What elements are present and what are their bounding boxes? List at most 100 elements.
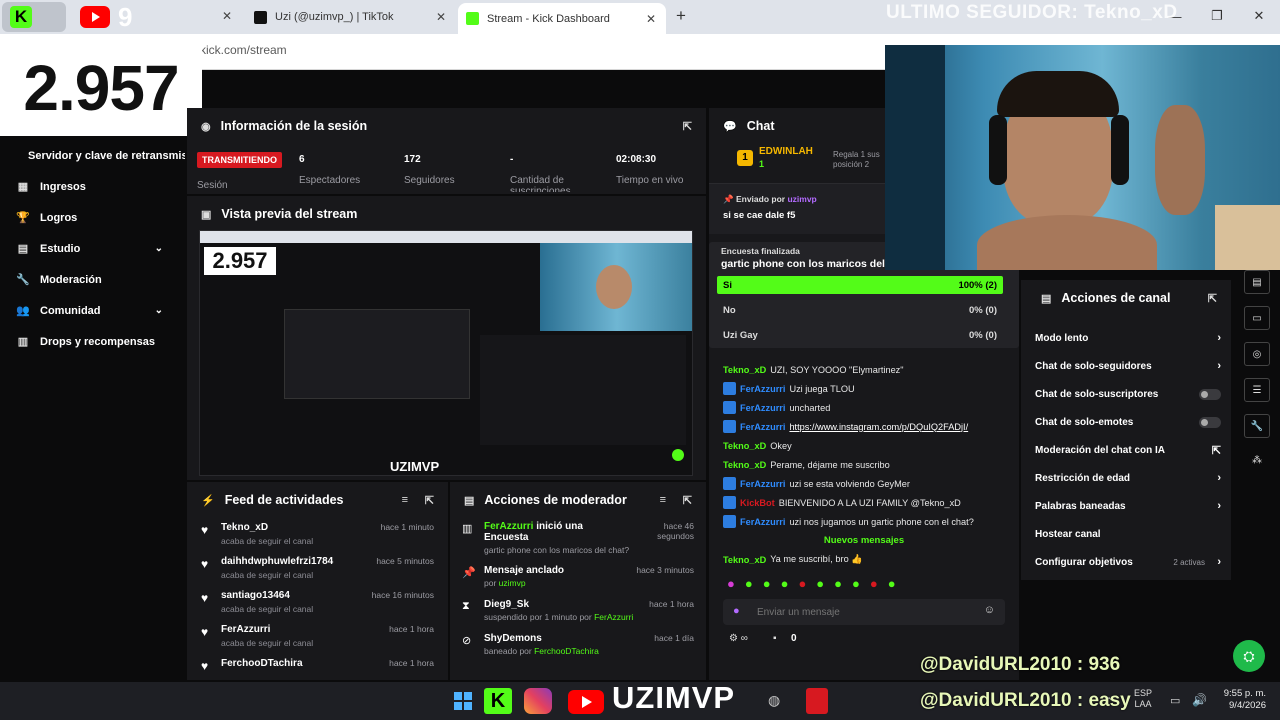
channel-action-item[interactable]: Hostear canal [1021, 520, 1231, 548]
popout-icon[interactable]: ⇱ [683, 494, 692, 507]
youtube-logo-icon[interactable] [80, 6, 110, 28]
mod-sub-prefix: por [484, 578, 499, 588]
emote-icon[interactable]: ● [763, 576, 771, 591]
tab-close-icon[interactable]: ✕ [646, 12, 656, 26]
rail-notes-icon[interactable]: ▤ [1244, 270, 1270, 294]
chat-input-field[interactable] [749, 603, 969, 621]
new-messages-divider[interactable]: Nuevos mensajes [709, 531, 1019, 550]
chat-input[interactable]: ● ☺ [723, 599, 1005, 625]
chat-link[interactable]: https://www.instagram.com/p/DQuIQ2FADjI/ [789, 422, 968, 432]
mod-sub-user[interactable]: FerAzzurri [594, 612, 633, 622]
chat-user[interactable]: FerAzzurri [740, 517, 785, 527]
tab-tiktok[interactable]: Uzi (@uzimvp_) | TikTok ✕ [246, 0, 456, 34]
filter-icon[interactable]: ≡ [660, 494, 666, 506]
sidebar-item-stream-key[interactable]: Servidor y clave de retransmisión [0, 140, 185, 171]
help-fab-icon[interactable]: ⛭ [1233, 640, 1265, 672]
mod-sub-prefix: suspendido por 1 minuto por [484, 612, 595, 622]
toggle-switch[interactable] [1199, 416, 1221, 428]
windows-start-icon[interactable] [454, 692, 472, 710]
popout-icon[interactable]: ⇱ [683, 120, 692, 133]
feed-user[interactable]: FerchooDTachira [221, 658, 303, 669]
channel-action-item[interactable]: Modo lento › [1021, 324, 1231, 352]
tab-close-icon[interactable]: ✕ [222, 9, 232, 23]
popout-icon[interactable]: ⇱ [1208, 292, 1217, 305]
chat-user[interactable]: FerAzzurri [740, 403, 785, 413]
mod-sub-user[interactable]: FerchooDTachira [534, 646, 599, 656]
sidebar-item-drops[interactable]: ▥ Drops y recompensas [0, 326, 185, 357]
feed-user[interactable]: daihhdwphuwlefrzi1784 [221, 556, 333, 567]
tab-close-icon[interactable]: ✕ [436, 10, 446, 24]
filter-icon[interactable]: ≡ [402, 494, 408, 506]
chat-user[interactable]: FerAzzurri [740, 422, 785, 432]
sidebar-item-logros[interactable]: 🏆 Logros [0, 202, 185, 233]
instagram-icon[interactable] [524, 688, 552, 714]
channel-action-item[interactable]: Moderación del chat con IA ⇱ [1021, 436, 1231, 464]
network-icon[interactable]: ▭ [1170, 694, 1180, 707]
feed-user[interactable]: FerAzzurri [221, 624, 313, 635]
channel-action-item[interactable]: Chat de solo-suscriptores [1021, 380, 1231, 408]
pinned-user[interactable]: uzimvp [787, 194, 816, 204]
chat-user[interactable]: Tekno_xD [723, 555, 766, 565]
new-tab-button[interactable]: + [676, 6, 686, 26]
channel-action-item[interactable]: Chat de solo-emotes [1021, 408, 1231, 436]
emoji-icon[interactable]: ☺ [984, 604, 995, 616]
rail-chat-icon[interactable]: ▭ [1244, 306, 1270, 330]
channel-action-label: Chat de solo-seguidores [1035, 360, 1152, 372]
emote-icon[interactable]: ● [781, 576, 789, 591]
emote-icon[interactable]: ● [816, 576, 824, 591]
calculator-icon[interactable] [806, 688, 828, 714]
feed-time: hace 1 minuto [380, 522, 434, 532]
restore-icon[interactable]: ❐ [1196, 0, 1238, 32]
emote-icon[interactable]: ● [745, 576, 753, 591]
chat-user[interactable]: FerAzzurri [740, 479, 785, 489]
poll-option-pct: 0% (0) [969, 304, 997, 316]
url-text[interactable]: kick.com/stream [200, 43, 287, 57]
kick-logo-icon: K [10, 6, 32, 28]
mod-sub-user[interactable]: uzimvp [499, 578, 526, 588]
channel-action-item[interactable]: Restricción de edad › [1021, 464, 1231, 492]
sidebar-item-moderacion[interactable]: 🔧 Moderación [0, 264, 185, 295]
chat-user[interactable]: KickBot [740, 498, 775, 508]
chat-user[interactable]: Tekno_xD [723, 365, 766, 375]
close-window-icon[interactable]: ✕ [1238, 0, 1280, 32]
volume-icon[interactable]: 🔊 [1192, 693, 1207, 707]
channel-action-item[interactable]: Palabras baneadas › [1021, 492, 1231, 520]
kick-taskbar-icon[interactable]: K [484, 688, 512, 714]
chat-user[interactable]: FerAzzurri [740, 384, 785, 394]
emote-icon[interactable]: ● [888, 576, 896, 591]
tab-kick-dashboard[interactable]: Stream - Kick Dashboard ✕ [458, 3, 666, 34]
toggle-switch[interactable] [1199, 388, 1221, 400]
feed-user[interactable]: santiago13464 [221, 590, 313, 601]
clock[interactable]: 9:55 p. m. 9/4/2026 [1214, 688, 1266, 712]
channel-action-item[interactable]: Configurar objetivos 2 activas › [1021, 548, 1231, 576]
external-link-icon[interactable]: ⇱ [1212, 444, 1221, 457]
sidebar-item-comunidad[interactable]: 👥 Comunidad ⌄ [0, 295, 185, 326]
heart-icon: ♥ [201, 591, 209, 605]
popout-icon[interactable]: ⇱ [425, 494, 434, 507]
rail-broadcast-icon[interactable]: ◎ [1244, 342, 1270, 366]
chat-user[interactable]: Tekno_xD [723, 460, 766, 470]
sidebar-item-ingresos[interactable]: ▦ Ingresos [0, 171, 185, 202]
settings-icon[interactable]: ⚙ ∞ [729, 633, 748, 644]
sidebar-item-estudio[interactable]: ▤ Estudio ⌄ [0, 233, 185, 264]
poll-option-label: Uzi Gay [723, 329, 758, 341]
rail-wrench-icon[interactable]: 🔧 [1244, 414, 1270, 438]
preview-chat [480, 335, 686, 445]
app-icon[interactable]: ◍ [768, 692, 780, 709]
rail-layout-icon[interactable]: ☰ [1244, 378, 1270, 402]
emote-icon[interactable]: ● [798, 576, 806, 591]
rail-users-icon[interactable]: ⁂ [1244, 448, 1270, 472]
emote-icon[interactable]: ● [852, 576, 860, 591]
feed-user[interactable]: Tekno_xD [221, 522, 313, 533]
language-indicator[interactable]: ESP LAA [1134, 688, 1152, 710]
cam-shoulders [977, 215, 1157, 270]
gifter-name[interactable]: EDWINLAH [759, 146, 813, 157]
chat-user[interactable]: Tekno_xD [723, 441, 766, 451]
emote-icon[interactable]: ● [834, 576, 842, 591]
stream-preview-video[interactable]: 2.957 UZIMVP [199, 230, 693, 476]
mod-actor[interactable]: FerAzzurri [484, 521, 533, 532]
channel-action-item[interactable]: Chat de solo-seguidores › [1021, 352, 1231, 380]
youtube-taskbar-icon[interactable] [568, 690, 604, 714]
emote-icon[interactable]: ● [727, 576, 735, 591]
emote-icon[interactable]: ● [870, 576, 878, 591]
